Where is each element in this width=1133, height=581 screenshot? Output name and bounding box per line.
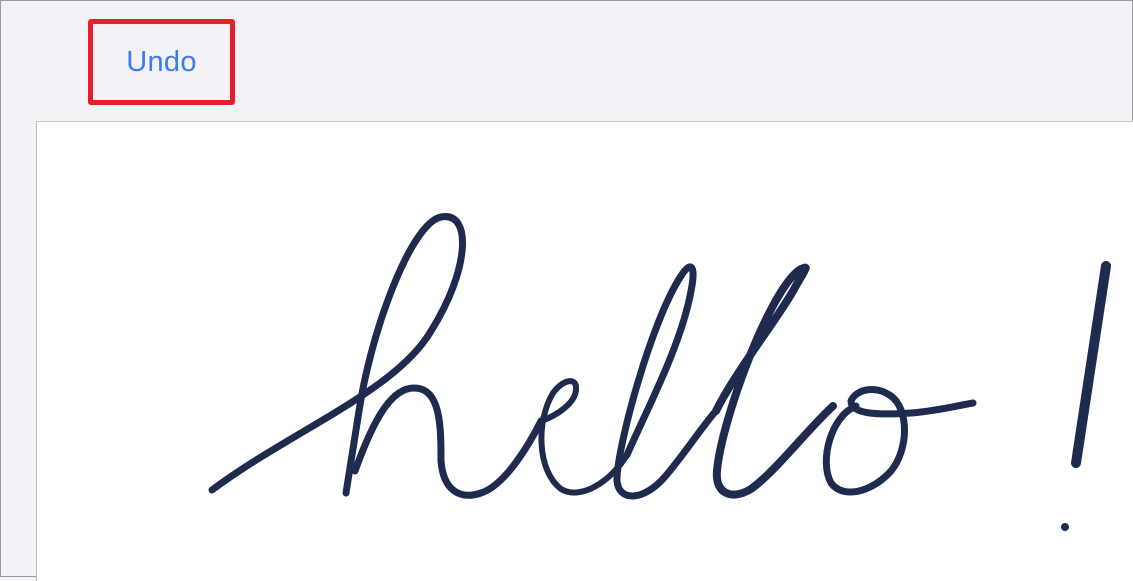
toolbar: Undo [1,1,1132,121]
app-window: Undo [0,0,1133,581]
drawing-canvas[interactable] [36,121,1133,581]
undo-button[interactable]: Undo [88,19,235,105]
